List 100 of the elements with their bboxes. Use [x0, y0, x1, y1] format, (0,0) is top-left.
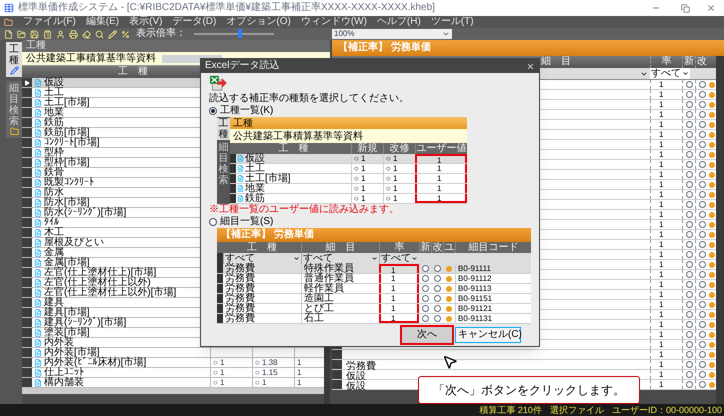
value-cell: ○ 1	[351, 174, 383, 183]
work-name: 鉄筋	[44, 118, 64, 128]
rate-cell: 1	[659, 330, 664, 340]
rate-cell: 1	[659, 130, 664, 140]
detail-name: 軽作業員	[301, 284, 379, 293]
callout: 「次へ」ボタンをクリックします。	[418, 376, 640, 404]
zoom-label: 表示倍率：	[136, 28, 186, 40]
code-cell: B0-91112	[455, 274, 531, 283]
source-name: 公共建築工事積算基準等資料	[26, 52, 156, 64]
rate-cell: 1	[659, 230, 664, 240]
work-name: 仮設	[346, 380, 366, 392]
panel-header: 工種	[230, 117, 467, 129]
value-cell: ○ 1	[213, 358, 225, 368]
status-text: 選択ファイル	[550, 404, 604, 416]
rate-cell: 1	[659, 80, 664, 90]
panel-header: 【補正率】 労務単価	[217, 228, 531, 242]
value-cell: ○ 1	[383, 194, 415, 203]
value-cell: 1	[297, 358, 302, 368]
rate-cell: 1	[659, 260, 664, 270]
code-cell: B0-91111	[455, 264, 531, 273]
code-cell: B0-91113	[455, 284, 531, 293]
rate-cell: 1	[659, 90, 664, 100]
work-name: 左官(仕上塗材仕上以外)[市場]	[44, 288, 176, 298]
value-cell: ○ 1	[383, 174, 415, 183]
detail-name: 石工	[301, 314, 379, 323]
rate-cell: 1	[659, 360, 664, 370]
work-name: 左官(仕上塗材仕上)[市場]	[44, 268, 156, 278]
value-cell: ○ 1	[351, 154, 383, 163]
value-cell: ○ 1	[213, 378, 225, 388]
detail-name: とび工	[301, 304, 379, 313]
work-name: 仕上ﾕﾆｯﾄ	[44, 368, 84, 378]
rate-cell: 1	[659, 340, 664, 350]
value-cell: ○ 1.15	[255, 368, 278, 378]
code-cell: B0-91131	[455, 314, 531, 323]
detail-name: 特殊作業員	[301, 264, 379, 273]
rate-cell: 1	[659, 170, 664, 180]
value-cell: ○ 1	[383, 184, 415, 193]
work-name: ｺﾝｸﾘｰﾄ[市場]	[44, 138, 100, 148]
work-name: 仮設	[346, 370, 366, 382]
rate-cell: 1	[659, 320, 664, 330]
rate-cell: 1	[659, 300, 664, 310]
status-text: ユーザーID：00-00000-100	[612, 404, 722, 416]
panel-title: 工種	[26, 40, 46, 52]
value-cell: ○ 1	[383, 154, 415, 163]
code-cell: B0-91121	[455, 304, 531, 313]
rate-cell: 1	[659, 380, 664, 390]
rate-cell: 1	[659, 240, 664, 250]
value-cell: ○ 1	[351, 184, 383, 193]
work-name: 労務費	[346, 360, 376, 372]
value-cell: 1	[297, 368, 302, 378]
work-name: 仮設	[44, 78, 64, 88]
work-name: 型枠	[44, 148, 64, 158]
rate-cell: 1	[659, 200, 664, 210]
work-name: 金属	[44, 248, 64, 258]
value-cell: 1	[297, 378, 302, 388]
work-name: 土工	[44, 88, 64, 98]
column-header: 工 種 新規 改修 ユーザー値	[230, 143, 467, 154]
rate-cell: 1	[659, 210, 664, 220]
rate-cell: 1	[659, 270, 664, 280]
work-name: 建具(ｼｰﾘﾝｸﾞ)[市場]	[44, 318, 126, 328]
work-name: ﾀｲﾙ	[44, 218, 59, 228]
work-name: 型枠[市場]	[44, 158, 90, 168]
work-name: 鉄骨	[44, 168, 64, 178]
rate-cell: 1	[659, 370, 664, 380]
work-name: 鉄筋[市場]	[44, 128, 90, 138]
rate-cell: 1	[659, 180, 664, 190]
work-name: 金属[市場]	[44, 258, 90, 268]
rate-cell: 1	[659, 350, 664, 360]
rate-cell: 1	[659, 100, 664, 110]
value-cell: ○ 1	[383, 164, 415, 173]
work-name: 防水(ｼｰﾘﾝｸﾞ)[市場]	[44, 208, 126, 218]
value-cell: 1	[415, 194, 467, 203]
rate-cell: 1	[659, 220, 664, 230]
work-name: 内外装[市場]	[44, 348, 100, 358]
rate-cell: 1	[659, 250, 664, 260]
rate-cell: 1	[659, 190, 664, 200]
detail-name: 普通作業員	[301, 274, 379, 283]
rate-cell: 1	[659, 290, 664, 300]
work-name: 屋根及びとい	[44, 238, 104, 248]
work-name: 防水	[44, 188, 64, 198]
rate-cell: 1	[659, 310, 664, 320]
rate-cell: 1	[659, 160, 664, 170]
work-name: 建具	[44, 298, 64, 308]
code-cell: B0-91151	[455, 294, 531, 303]
status-text: 積算工事 210件	[479, 404, 542, 416]
work-name: 左官(仕上塗材仕上以外)	[44, 278, 151, 288]
rate-cell: 1	[659, 140, 664, 150]
source-bar: 公共建築工事積算基準等資料	[230, 129, 467, 143]
value-cell: ○ 1	[255, 378, 267, 388]
work-name: 内外装(ﾋﾞﾆﾙ床材)[市場]	[44, 358, 146, 368]
value-cell: ○ 1	[351, 164, 383, 173]
value-cell: ○ 1	[351, 194, 383, 203]
value-cell: ○ 1.38	[255, 358, 278, 368]
work-name: 木工	[44, 228, 64, 238]
value-cell: ○ 1	[213, 368, 225, 378]
work-name: 防水[市場]	[44, 198, 90, 208]
rate-cell: 1	[379, 314, 419, 323]
work-name: 土工[市場]	[44, 98, 90, 108]
work-name: 既製ｺﾝｸﾘｰﾄ	[44, 178, 94, 188]
detail-name: 造園工	[301, 294, 379, 303]
